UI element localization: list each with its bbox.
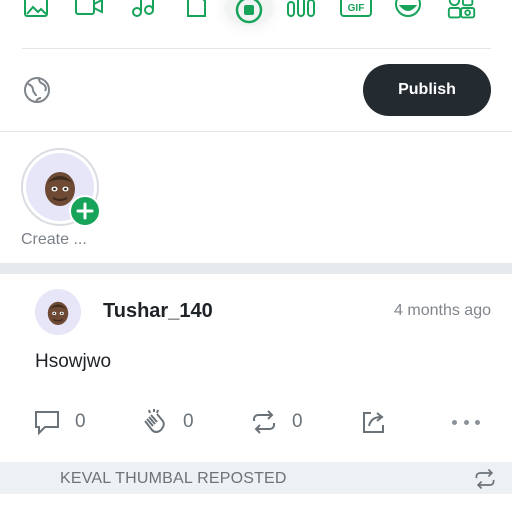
poll-icon[interactable] [285,0,317,22]
comment-button[interactable]: 0 [33,407,86,437]
video-icon[interactable] [73,0,105,22]
dot [452,419,457,425]
plus-icon [76,202,94,220]
gif-icon-text: GIF [348,3,365,14]
composer-divider [0,131,512,132]
gif-icon[interactable]: GIF [339,0,373,22]
clap-count: 0 [183,411,194,432]
toolbar-divider [22,48,491,49]
comment-count: 0 [75,411,86,432]
post-body: Hsowjwo [35,351,112,372]
share-icon [363,412,384,433]
repost-label: KEVAL THUMBAL REPOSTED [60,470,287,487]
dot [475,419,480,425]
post-username[interactable]: Tushar_140 [103,300,213,323]
comment-icon [35,411,59,436]
clap-button[interactable]: 0 [139,407,194,437]
music-icon[interactable] [127,0,159,22]
dot [463,419,469,425]
globe-icon[interactable] [22,75,52,105]
section-separator [0,263,512,274]
repost-count: 0 [292,411,303,432]
post-timestamp: 4 months ago [394,302,491,319]
share-button[interactable] [359,407,387,437]
more-attachments-icon[interactable] [446,0,478,22]
repost-icon [253,410,275,434]
document-icon[interactable] [180,0,212,22]
create-story-label: Create ... [21,231,87,248]
repost-strip-icon [472,467,498,491]
post-avatar[interactable] [35,289,81,335]
clap-icon [144,409,165,433]
emoji-icon[interactable] [392,0,424,22]
add-story-button[interactable] [69,195,101,227]
repost-button[interactable]: 0 [250,407,303,437]
more-options-button[interactable] [452,414,480,430]
record-button[interactable] [225,0,273,26]
image-icon[interactable] [20,0,52,22]
publish-button[interactable]: Publish [363,64,491,116]
